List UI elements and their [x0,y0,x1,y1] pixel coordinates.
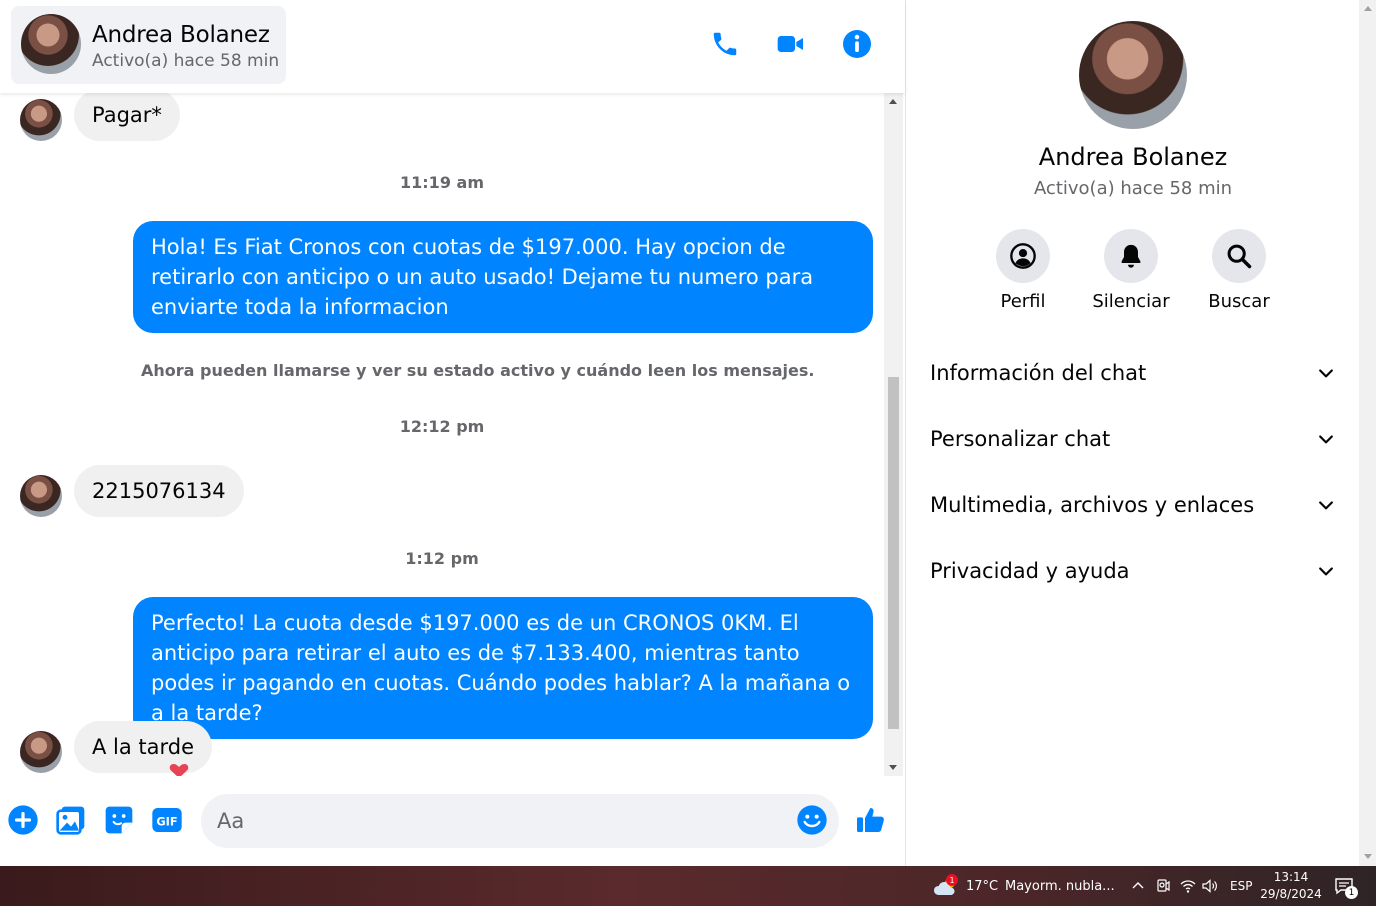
section-title: Multimedia, archivos y enlaces [930,493,1255,517]
scroll-down-arrow-icon[interactable] [1364,854,1372,859]
gif-icon[interactable]: GIF [151,804,183,836]
section-chat-info[interactable]: Información del chat [918,346,1348,400]
action-search[interactable]: Buscar [1194,229,1284,312]
contact-name: Andrea Bolanez [92,22,270,48]
messenger-window: Andrea Bolanez Activo(a) hace 58 min Pag… [0,0,1376,866]
chevron-down-icon [1319,567,1333,576]
outgoing-message[interactable]: Perfecto! La cuota desde $197.000 es de … [133,597,873,739]
scroll-up-arrow-icon[interactable] [889,99,897,104]
profile-icon [996,229,1050,283]
search-icon [1212,229,1266,283]
emoji-icon[interactable] [796,804,828,836]
weather-temp: 17°C [966,878,999,894]
language-indicator[interactable]: ESP [1230,866,1252,906]
sticker-icon[interactable] [103,804,135,836]
phone-icon[interactable] [707,26,743,62]
clock-time: 13:14 [1273,870,1309,884]
image-icon[interactable] [55,804,87,836]
scroll-down-arrow-icon[interactable] [889,765,897,770]
like-icon[interactable] [855,804,887,836]
message-list[interactable]: Pagar* 11:19 am Hola! Es Fiat Cronos con… [0,93,884,776]
sender-avatar [20,99,62,141]
section-title: Privacidad y ayuda [930,559,1130,583]
chevron-down-icon [1319,369,1333,378]
video-icon[interactable] [773,26,809,62]
system-clock[interactable]: 13:14 29/8/2024 [1256,869,1326,903]
action-label: Silenciar [1092,291,1170,312]
chevron-down-icon [1319,435,1333,444]
chat-column: Andrea Bolanez Activo(a) hace 58 min Pag… [0,0,905,866]
composer: GIF [0,776,905,866]
chat-header: Andrea Bolanez Activo(a) hace 58 min [0,0,905,93]
notification-count: 1 [1345,886,1358,899]
weather-badge: 1 [946,874,958,886]
wifi-icon[interactable] [1180,866,1196,906]
system-notice: Ahora pueden llamarse y ver su estado ac… [141,361,815,380]
message-bubble[interactable]: A la tarde [74,721,213,773]
sender-avatar [20,731,62,773]
profile-name: Andrea Bolanez [1038,143,1228,171]
section-privacy-help[interactable]: Privacidad y ayuda [918,544,1348,598]
svg-text:GIF: GIF [156,814,177,828]
outgoing-message[interactable]: Hola! Es Fiat Cronos con cuotas de $197.… [133,221,873,333]
taskbar: 1 17°C Mayorm. nubla... ESP 13:14 29/8/2… [0,866,1376,906]
profile-avatar[interactable] [1079,21,1187,129]
timestamp: 11:19 am [400,173,484,192]
bell-icon [1104,229,1158,283]
chat-info-panel: Andrea Bolanez Activo(a) hace 58 min Per… [905,0,1359,866]
sender-avatar [20,475,62,517]
action-profile[interactable]: Perfil [978,229,1068,312]
message-bubble[interactable]: Pagar* [74,93,180,141]
section-customize-chat[interactable]: Personalizar chat [918,412,1348,466]
message-bubble[interactable]: 2215076134 [74,465,244,517]
scroll-thumb[interactable] [888,377,899,729]
message-input[interactable] [201,794,839,848]
section-media-files-links[interactable]: Multimedia, archivos y enlaces [918,478,1348,532]
timestamp: 12:12 pm [399,417,485,436]
chevron-down-icon [1319,501,1333,510]
volume-icon[interactable] [1201,866,1219,906]
action-label: Perfil [1000,291,1046,312]
contact-status: Activo(a) hace 58 min [92,51,280,71]
action-mute[interactable]: Silenciar [1086,229,1176,312]
plus-icon[interactable] [7,804,39,836]
timestamp: 1:12 pm [405,549,479,568]
chevron-up-icon[interactable] [1131,866,1145,906]
action-label: Buscar [1208,291,1270,312]
meet-icon[interactable] [1155,866,1171,906]
scroll-up-arrow-icon[interactable] [1364,6,1372,11]
section-title: Personalizar chat [930,427,1111,451]
heart-reaction-icon[interactable] [168,764,190,776]
info-icon[interactable] [839,26,875,62]
contact-avatar [21,14,81,74]
clock-date: 29/8/2024 [1260,887,1322,901]
window-scrollbar[interactable] [1359,0,1376,866]
contact-chip[interactable]: Andrea Bolanez Activo(a) hace 58 min [11,6,286,84]
message-scrollbar[interactable] [884,93,903,776]
section-title: Información del chat [930,361,1147,385]
weather-description: Mayorm. nubla... [1005,878,1115,894]
profile-status: Activo(a) hace 58 min [1033,178,1233,199]
weather-widget[interactable] [932,866,960,906]
